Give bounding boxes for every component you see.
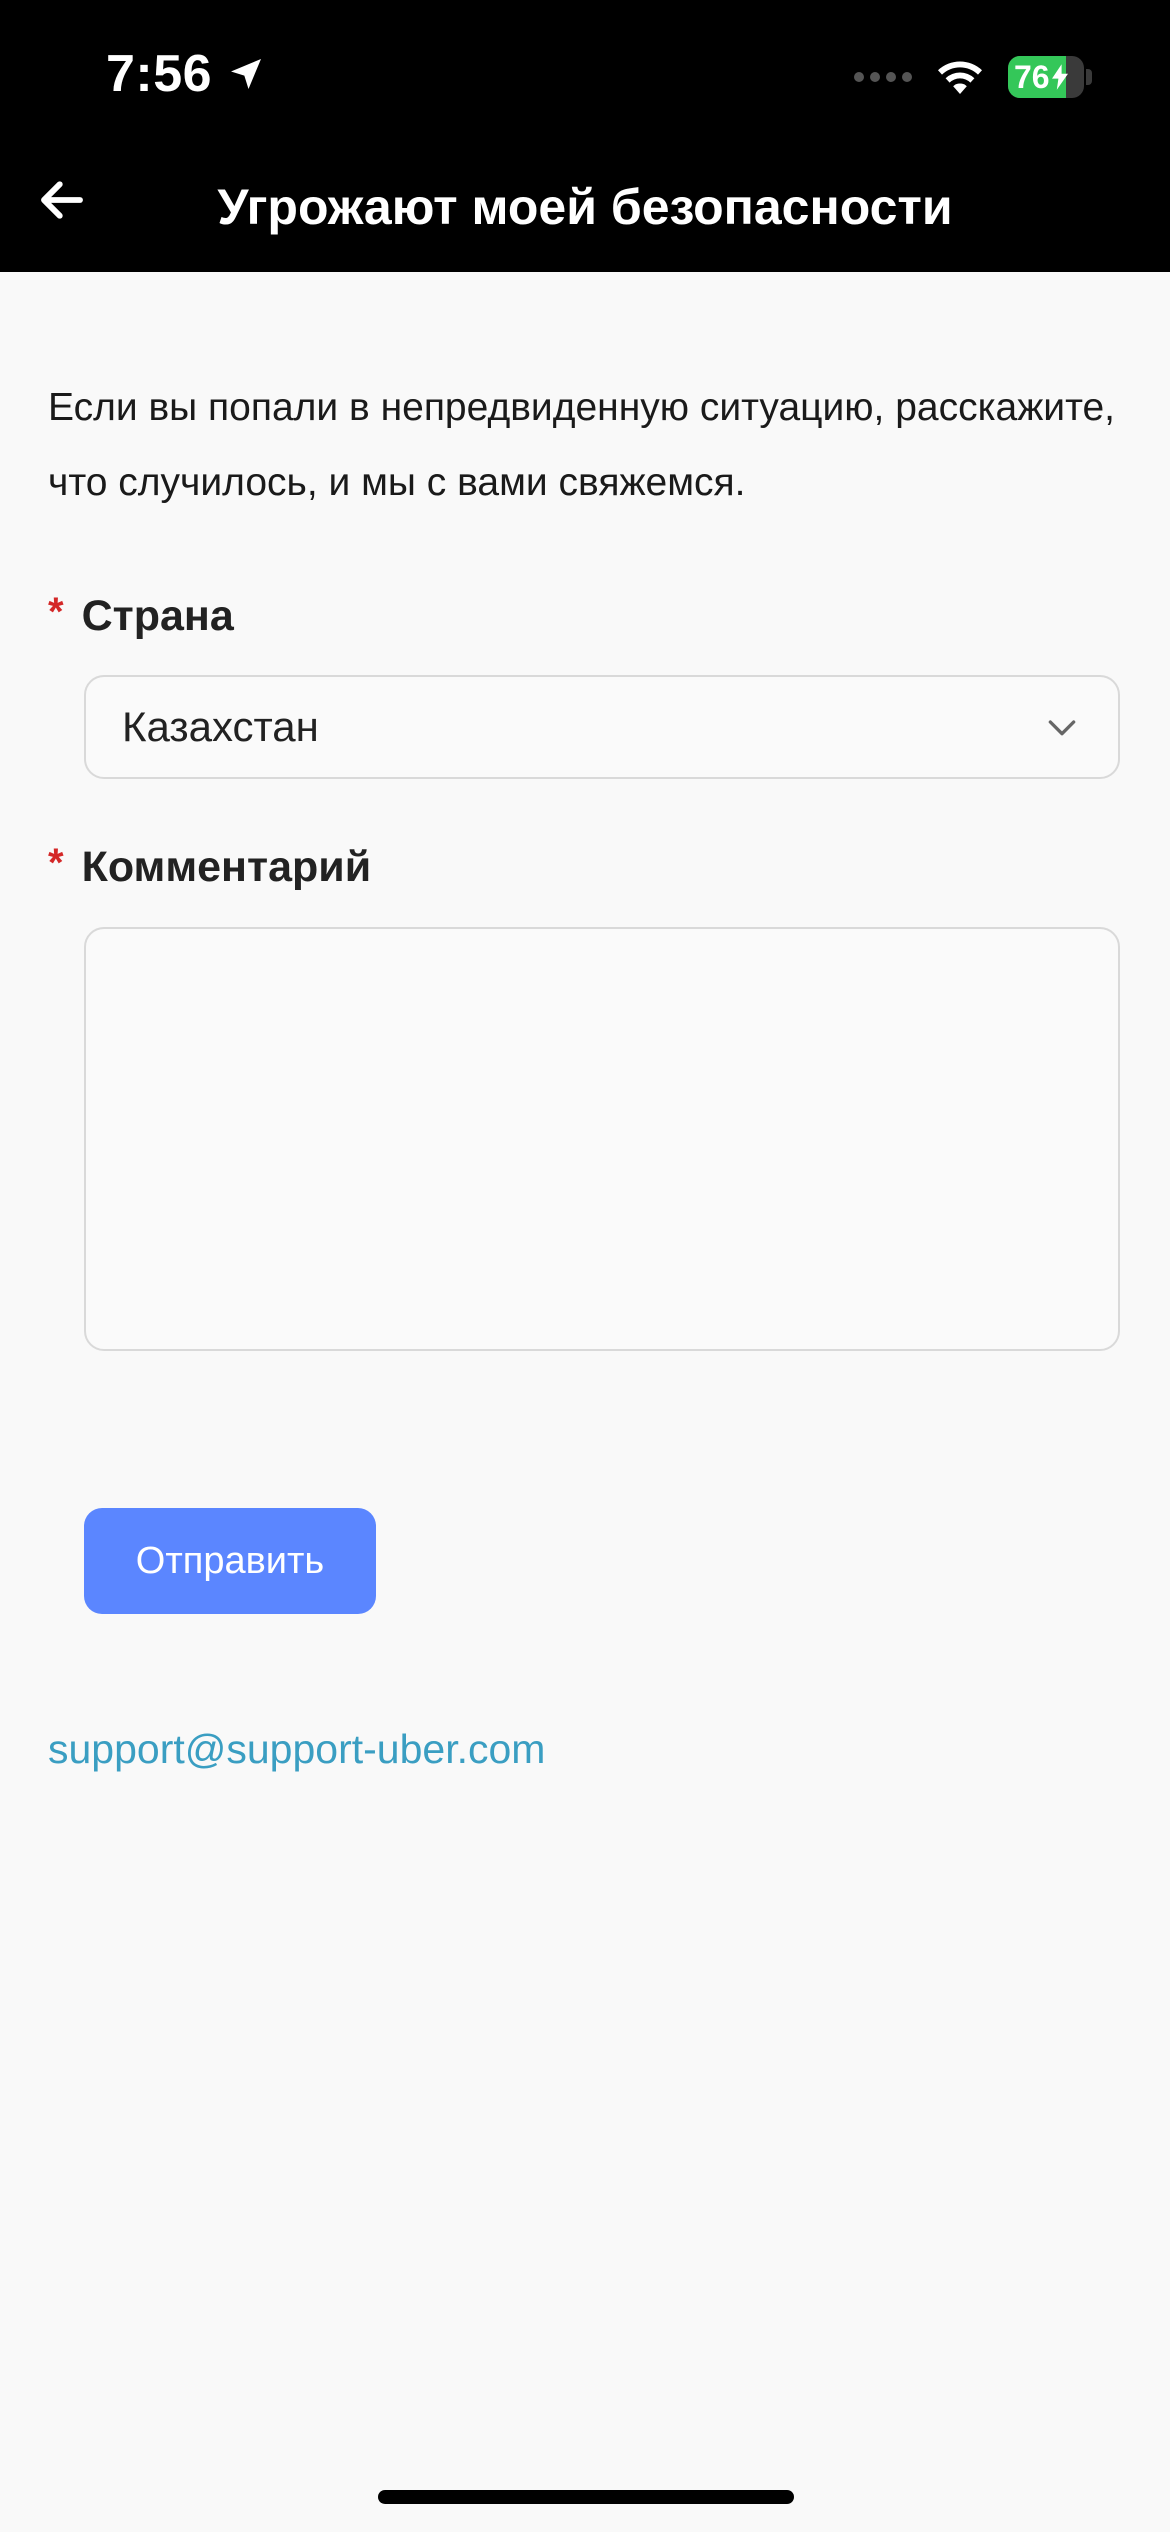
cellular-signal-icon — [854, 72, 912, 82]
comment-textarea[interactable] — [84, 927, 1120, 1351]
location-arrow-icon — [231, 59, 262, 89]
status-time-text: 7:56 — [106, 45, 213, 103]
page-title: Угрожают моей безопасности — [217, 179, 953, 235]
charging-bolt-icon — [1051, 64, 1068, 90]
status-indicators: 76 — [854, 56, 1092, 98]
wifi-icon — [938, 61, 982, 94]
battery-icon: 76 — [1008, 56, 1084, 98]
required-marker: * — [48, 590, 64, 634]
comment-label-text: Комментарий — [81, 843, 372, 891]
country-label: * Страна — [48, 592, 234, 641]
top-bar: 7:56 76 Угрожают моей безопасности — [0, 0, 1170, 272]
required-marker: * — [48, 841, 64, 885]
battery-percentage: 76 — [1014, 58, 1050, 95]
submit-button[interactable]: Отправить — [84, 1508, 376, 1614]
country-label-text: Страна — [81, 592, 234, 640]
battery-cap — [1086, 69, 1092, 85]
comment-label: * Комментарий — [48, 843, 371, 892]
chevron-down-icon — [1048, 720, 1076, 736]
home-indicator — [378, 2490, 794, 2504]
status-time: 7:56 — [106, 44, 266, 104]
support-email-link[interactable]: support@support-uber.com — [48, 1726, 545, 1773]
country-select[interactable]: Казахстан — [84, 675, 1120, 779]
intro-text: Если вы попали в непредвиденную ситуацию… — [48, 386, 1116, 504]
country-select-value: Казахстан — [122, 703, 319, 750]
